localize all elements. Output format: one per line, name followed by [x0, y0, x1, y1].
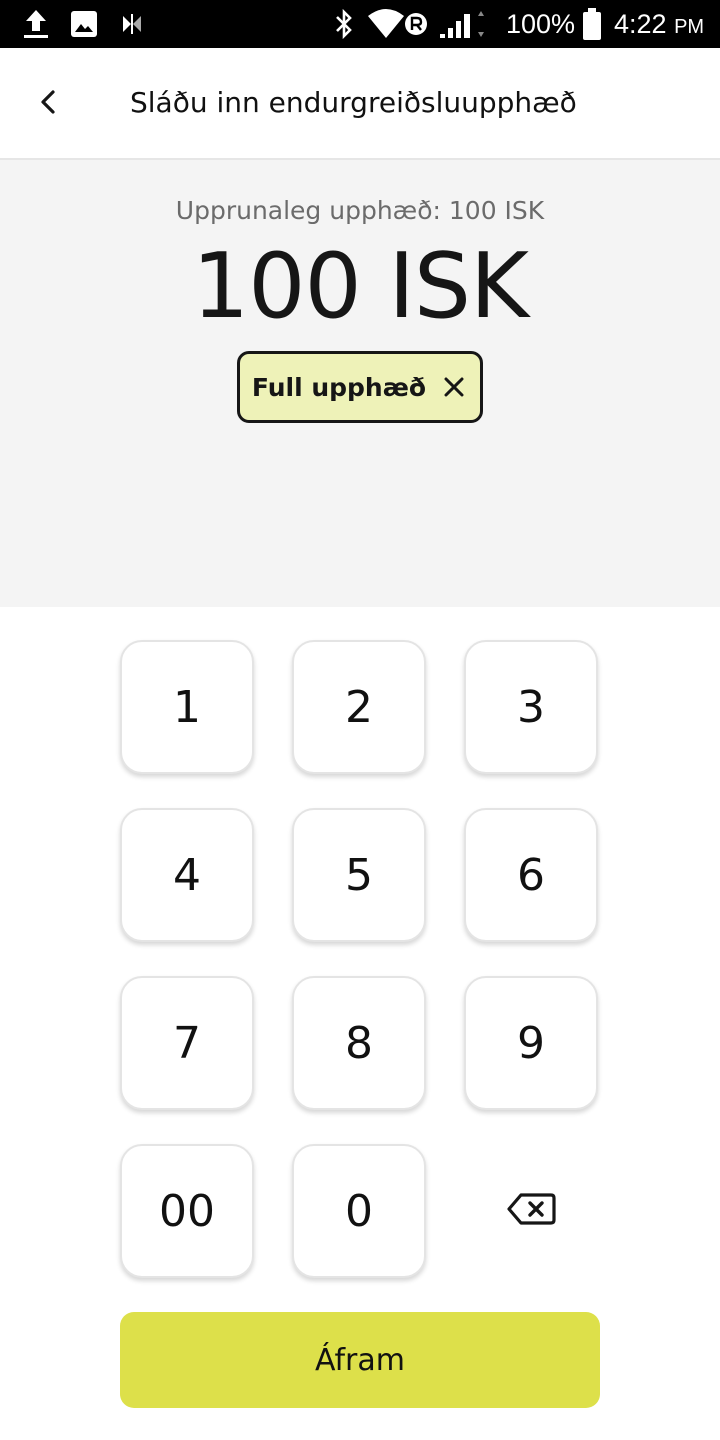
clock-time: 4:22	[614, 9, 667, 39]
key-5[interactable]: 5	[292, 808, 426, 942]
clock-ampm: PM	[674, 16, 705, 38]
battery-percent: 100%	[506, 9, 576, 39]
roaming-icon	[404, 0, 428, 48]
key-0[interactable]: 0	[292, 1144, 426, 1278]
app-header: Sláðu inn endurgreiðsluupphæð	[0, 48, 720, 160]
amount-panel: Upprunaleg upphæð: 100 ISK 100 ISK Full …	[0, 160, 720, 607]
bluetooth-icon	[332, 0, 356, 48]
back-button[interactable]	[20, 76, 76, 132]
key-2[interactable]: 2	[292, 640, 426, 774]
key-4[interactable]: 4	[120, 808, 254, 942]
key-3[interactable]: 3	[464, 640, 598, 774]
app-icon	[118, 0, 146, 48]
backspace-icon	[506, 1186, 556, 1237]
numeric-keypad: 1 2 3 4 5 6 7 8 9 00 0	[0, 607, 720, 1307]
battery-icon	[581, 0, 603, 48]
key-00[interactable]: 00	[120, 1144, 254, 1278]
page-title: Sláðu inn endurgreiðsluupphæð	[130, 86, 577, 119]
key-8[interactable]: 8	[292, 976, 426, 1110]
signal-icon	[438, 0, 488, 48]
close-icon[interactable]	[440, 373, 468, 401]
original-amount-label: Upprunaleg upphæð: 100 ISK	[175, 196, 545, 225]
continue-button[interactable]: Áfram	[120, 1312, 600, 1408]
refund-amount-display: 100 ISK	[191, 234, 529, 339]
backspace-button[interactable]	[464, 1144, 598, 1278]
chevron-left-icon	[37, 89, 59, 119]
wifi-icon	[366, 0, 406, 48]
status-bar: 100% 4:22 PM	[0, 0, 720, 48]
image-icon	[70, 0, 98, 48]
upload-icon	[22, 0, 50, 48]
key-9[interactable]: 9	[464, 976, 598, 1110]
key-1[interactable]: 1	[120, 640, 254, 774]
full-amount-chip-label: Full upphæð	[251, 372, 427, 402]
full-amount-chip[interactable]: Full upphæð	[237, 351, 483, 423]
key-7[interactable]: 7	[120, 976, 254, 1110]
key-6[interactable]: 6	[464, 808, 598, 942]
clock: 4:22 PM	[614, 0, 704, 48]
